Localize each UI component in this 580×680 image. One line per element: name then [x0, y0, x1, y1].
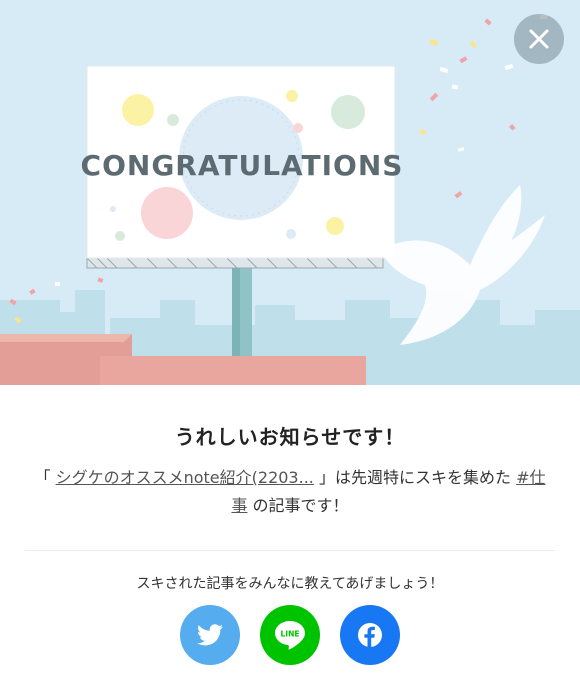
facebook-icon [358, 623, 382, 647]
twitter-icon [197, 624, 223, 646]
billboard-illustration: CONGRATULATIONS [0, 0, 580, 385]
share-buttons: LINE [0, 605, 580, 665]
close-button[interactable] [514, 14, 564, 64]
facebook-share-button[interactable] [340, 605, 400, 665]
congratulations-illustration: CONGRATULATIONS [0, 0, 580, 385]
announcement-message: 「 シグケのオススメnote紹介(2203... 」は先週特にスキを集めた #仕… [30, 464, 550, 520]
divider [25, 550, 555, 551]
billboard-text: CONGRATULATIONS [81, 149, 404, 182]
notification-modal: CONGRATULATIONS うれしいお知らせです！ 「 シグケのオススメno… [0, 0, 580, 680]
modal-body: うれしいお知らせです！ 「 シグケのオススメnote紹介(2203... 」は先… [0, 385, 580, 665]
headline: うれしいお知らせです！ [174, 425, 406, 449]
share-prompt: スキされた記事をみんなに教えてあげましょう！ [136, 576, 444, 592]
open-bracket: 「 [34, 468, 51, 487]
line-icon: LINE [275, 621, 305, 650]
twitter-share-button[interactable] [180, 605, 240, 665]
line-share-button[interactable]: LINE [260, 605, 320, 665]
close-icon [529, 29, 549, 49]
article-title-link[interactable]: シグケのオススメnote紹介(2203... [56, 468, 314, 487]
message-suffix: の記事です！ [252, 496, 349, 515]
line-icon-label: LINE [281, 630, 300, 639]
message-text: 」は先週特にスキを集めた [318, 468, 511, 487]
